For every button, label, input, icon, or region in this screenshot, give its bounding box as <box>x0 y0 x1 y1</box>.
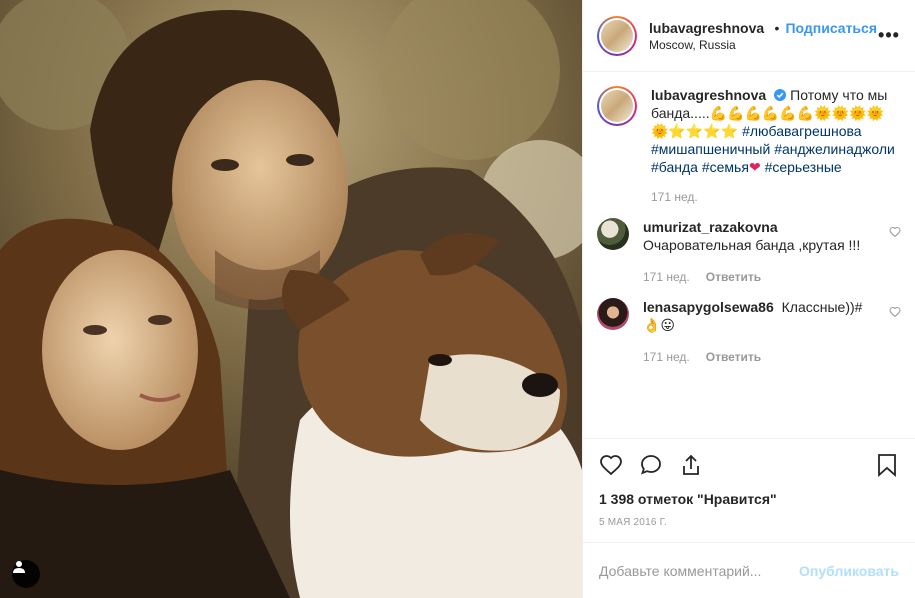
caption-avatar[interactable] <box>597 86 637 126</box>
tagged-people-button[interactable] <box>12 560 40 588</box>
caption: lubavagreshnova Потому что мы банда.....💪… <box>597 86 901 210</box>
reply-button[interactable]: Ответить <box>706 270 761 284</box>
caption-text: lubavagreshnova Потому что мы банда.....💪… <box>651 86 897 176</box>
comment-bubble-icon[interactable] <box>639 453 663 477</box>
bookmark-save-icon[interactable] <box>875 453 899 477</box>
author-avatar[interactable] <box>597 15 637 56</box>
caption-time[interactable]: 171 нед. <box>651 190 698 204</box>
commenter-username[interactable]: umurizat_razakovna <box>643 219 778 235</box>
person-icon <box>13 561 25 573</box>
comment-time[interactable]: 171 нед. <box>643 350 690 364</box>
hashtag[interactable]: #анджелинаджоли <box>774 141 895 157</box>
caption-username[interactable]: lubavagreshnova <box>651 87 766 103</box>
like-heart-icon[interactable] <box>599 453 623 477</box>
comment-item: lenasapygolsewa86 Классные))#👌😛 171 нед.… <box>597 298 901 370</box>
photo-illustration <box>0 0 582 598</box>
post-date[interactable]: 5 мая 2016 г. <box>599 517 899 528</box>
heart-emoji: ❤ <box>748 159 761 175</box>
more-options-icon[interactable]: ••• <box>877 25 901 46</box>
separator-dot: • <box>774 19 780 36</box>
hashtag[interactable]: #любавагрешнова <box>742 123 862 139</box>
like-comment-heart-icon[interactable] <box>889 306 901 318</box>
verified-badge-icon <box>774 89 787 101</box>
add-comment-bar: Опубликовать <box>583 542 915 598</box>
commenter-avatar[interactable] <box>597 218 629 250</box>
publish-button[interactable]: Опубликовать <box>799 563 899 579</box>
hashtag[interactable]: #семья <box>702 159 749 175</box>
likes-count[interactable]: 1 398 отметок "Нравится" <box>599 491 899 507</box>
post-view: lubavagreshnova • Подписаться Moscow, Ru… <box>0 0 915 598</box>
comment-text: Очаровательная банда ,крутая !!! <box>643 237 861 253</box>
post-sidebar: lubavagreshnova • Подписаться Moscow, Ru… <box>582 0 915 598</box>
post-actions: 1 398 отметок "Нравится" 5 мая 2016 г. <box>583 438 915 542</box>
share-icon[interactable] <box>679 453 703 477</box>
hashtag[interactable]: #мишапшеничный <box>651 141 770 157</box>
hashtag[interactable]: #банда <box>651 159 698 175</box>
like-comment-heart-icon[interactable] <box>889 226 901 238</box>
commenter-avatar[interactable] <box>597 298 629 330</box>
action-bar <box>599 445 899 485</box>
reply-button[interactable]: Ответить <box>706 350 761 364</box>
post-photo[interactable] <box>0 0 582 598</box>
comment-time[interactable]: 171 нед. <box>643 270 690 284</box>
follow-button[interactable]: Подписаться <box>785 20 877 36</box>
hashtag[interactable]: #серьезные <box>765 159 842 175</box>
author-info: lubavagreshnova • Подписаться Moscow, Ru… <box>649 20 877 52</box>
comment-item: umurizat_razakovna Очаровательная банда … <box>597 218 901 290</box>
comments-list: lubavagreshnova Потому что мы банда.....💪… <box>583 72 915 438</box>
commenter-username[interactable]: lenasapygolsewa86 <box>643 299 774 315</box>
comment-input[interactable] <box>599 562 800 579</box>
author-username[interactable]: lubavagreshnova <box>649 20 764 36</box>
post-header: lubavagreshnova • Подписаться Moscow, Ru… <box>583 0 915 72</box>
post-location[interactable]: Moscow, Russia <box>649 38 877 52</box>
